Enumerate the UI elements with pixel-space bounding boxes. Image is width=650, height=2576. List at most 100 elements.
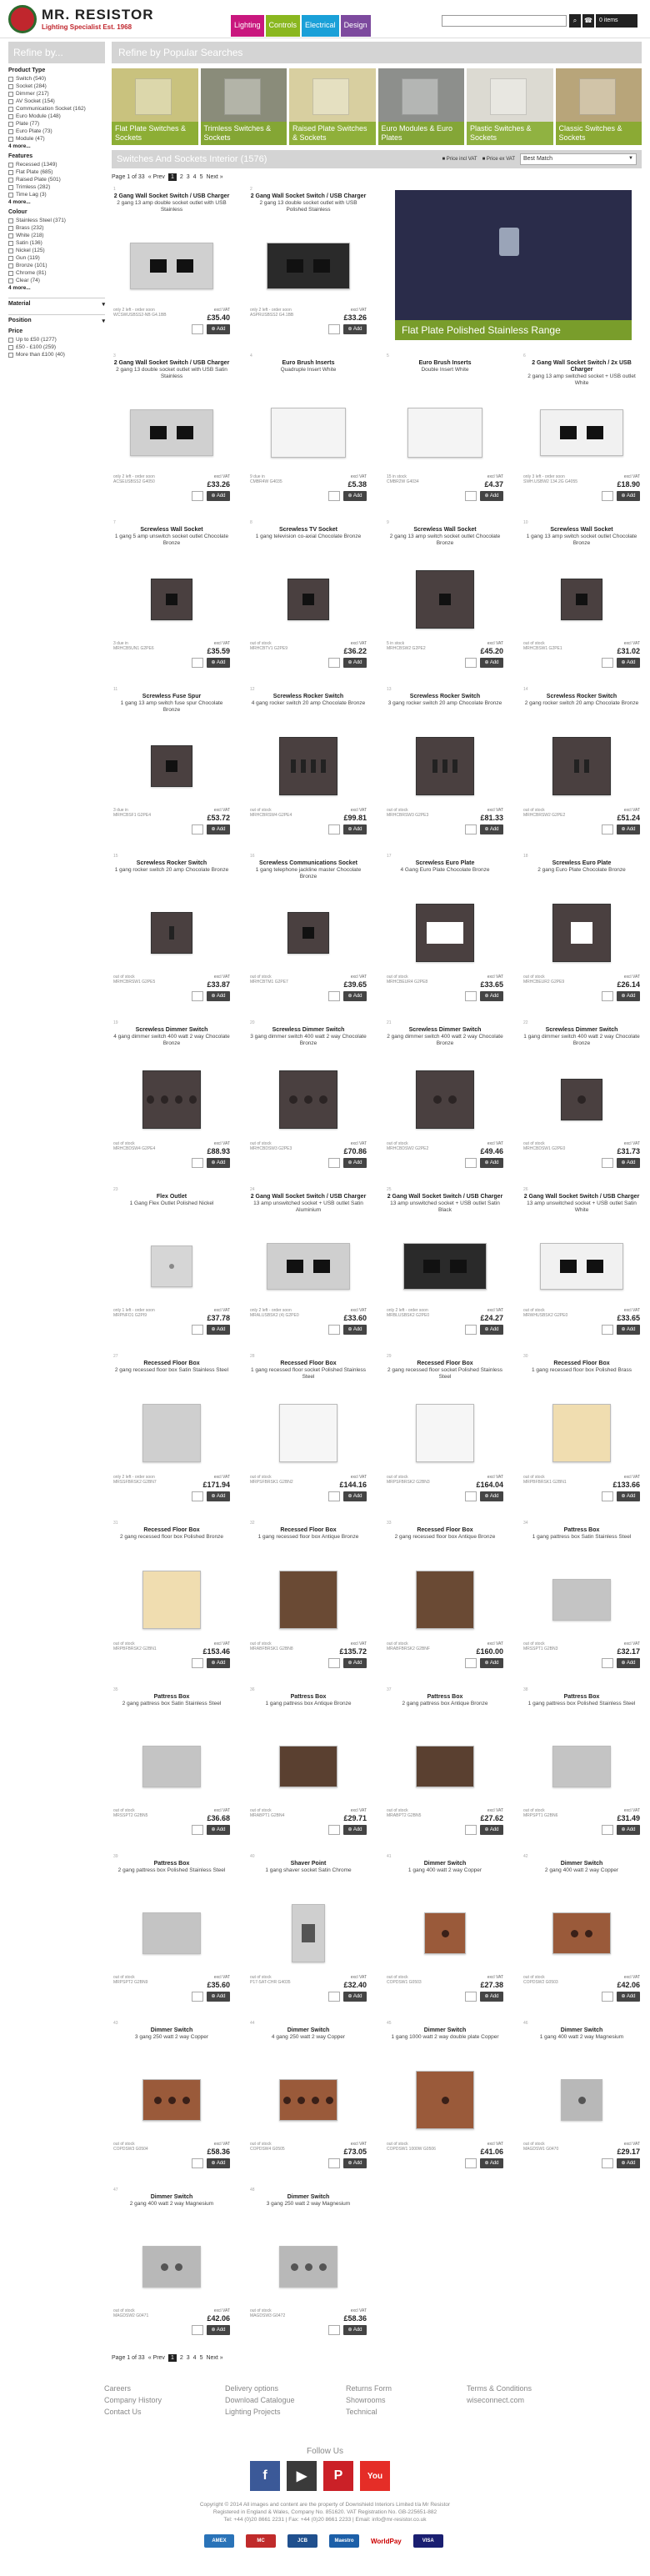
product-title[interactable]: Screwless Dimmer Switch <box>387 1027 503 1034</box>
add-to-basket-button[interactable]: ⊕ Add <box>207 2325 230 2335</box>
checkbox-icon[interactable] <box>8 169 13 175</box>
product-title[interactable]: Recessed Floor Box <box>387 1527 503 1534</box>
add-to-basket-button[interactable]: ⊕ Add <box>207 1325 230 1335</box>
product-title[interactable]: Recessed Floor Box <box>387 1361 503 1367</box>
filter-option[interactable]: Bronze (101) <box>8 262 105 269</box>
nav-tab-lighting[interactable]: Lighting <box>231 15 264 37</box>
popular-search-tile[interactable]: Plastic Switches & Sockets <box>467 68 553 145</box>
add-to-basket-button[interactable]: ⊕ Add <box>343 2325 367 2335</box>
filter-option[interactable]: Brass (232) <box>8 224 105 232</box>
product-title[interactable]: Dimmer Switch <box>250 2027 367 2034</box>
filter-option[interactable]: Communication Socket (162) <box>8 105 105 113</box>
checkbox-icon[interactable] <box>8 192 13 198</box>
filter-option[interactable]: Time Lag (3) <box>8 191 105 198</box>
quantity-input[interactable] <box>328 1825 340 1835</box>
product-image[interactable] <box>120 1401 223 1466</box>
add-to-basket-button[interactable]: ⊕ Add <box>480 1491 503 1501</box>
quantity-input[interactable] <box>465 491 477 501</box>
product-image[interactable] <box>257 734 360 799</box>
facebook-icon[interactable]: f <box>250 2461 280 2491</box>
product-title[interactable]: Screwless Rocker Switch <box>523 694 640 700</box>
footer-link[interactable]: wiseconnect.com <box>467 2396 588 2404</box>
position-filter[interactable]: Position ▾ <box>8 314 105 324</box>
product-image[interactable] <box>257 567 360 632</box>
add-to-basket-button[interactable]: ⊕ Add <box>343 324 367 334</box>
product-title[interactable]: Dimmer Switch <box>523 2027 640 2034</box>
page-link[interactable]: 4 <box>193 174 197 180</box>
add-to-basket-button[interactable]: ⊕ Add <box>343 824 367 834</box>
popular-search-tile[interactable]: Classic Switches & Sockets <box>555 68 642 145</box>
add-to-basket-button[interactable]: ⊕ Add <box>617 2158 640 2168</box>
next-page-link[interactable]: Next » <box>206 174 222 180</box>
product-title[interactable]: Recessed Floor Box <box>250 1527 367 1534</box>
page-link[interactable]: 1 <box>168 173 177 181</box>
add-to-basket-button[interactable]: ⊕ Add <box>343 1825 367 1835</box>
product-title[interactable]: 2 Gang Wall Socket Switch / USB Charger <box>113 360 230 367</box>
filter-option[interactable]: Socket (284) <box>8 83 105 90</box>
page-link[interactable]: 5 <box>200 2355 203 2361</box>
filter-option[interactable]: More than £100 (40) <box>8 351 105 358</box>
product-title[interactable]: Screwless Dimmer Switch <box>250 1027 367 1034</box>
product-image[interactable] <box>120 1734 223 1799</box>
checkbox-icon[interactable] <box>8 352 13 358</box>
vimeo-icon[interactable]: ▶ <box>287 2461 317 2491</box>
filter-option[interactable]: Chrome (81) <box>8 269 105 277</box>
product-image[interactable] <box>120 1567 223 1632</box>
add-to-basket-button[interactable]: ⊕ Add <box>480 991 503 1001</box>
product-image[interactable] <box>393 900 497 965</box>
filter-option[interactable]: Raised Plate (501) <box>8 176 105 183</box>
product-title[interactable]: Recessed Floor Box <box>113 1527 230 1534</box>
product-title[interactable]: 2 Gang Wall Socket Switch / USB Charger <box>387 1194 503 1200</box>
product-image[interactable] <box>530 1734 633 1799</box>
checkbox-icon[interactable] <box>8 136 13 142</box>
product-title[interactable]: Screwless Dimmer Switch <box>523 1027 640 1034</box>
add-to-basket-button[interactable]: ⊕ Add <box>343 1491 367 1501</box>
quantity-input[interactable] <box>465 2158 477 2168</box>
quantity-input[interactable] <box>602 491 613 501</box>
product-image[interactable] <box>530 567 633 632</box>
product-image[interactable] <box>393 1401 497 1466</box>
product-image[interactable] <box>120 1901 223 1966</box>
quantity-input[interactable] <box>465 1158 477 1168</box>
product-image[interactable] <box>530 1067 633 1132</box>
quantity-input[interactable] <box>192 1491 203 1501</box>
product-image[interactable] <box>393 1567 497 1632</box>
popular-search-tile[interactable]: Raised Plate Switches & Sockets <box>289 68 376 145</box>
product-title[interactable]: Dimmer Switch <box>113 2194 230 2201</box>
checkbox-icon[interactable] <box>8 233 13 238</box>
product-title[interactable]: Dimmer Switch <box>250 2194 367 2201</box>
checkbox-icon[interactable] <box>8 177 13 183</box>
filter-option[interactable]: White (218) <box>8 232 105 239</box>
add-to-basket-button[interactable]: ⊕ Add <box>617 824 640 834</box>
add-to-basket-button[interactable]: ⊕ Add <box>617 491 640 501</box>
product-image[interactable] <box>120 400 223 465</box>
filter-option[interactable]: Module (47) <box>8 135 105 143</box>
product-title[interactable]: Dimmer Switch <box>387 1861 503 1867</box>
add-to-basket-button[interactable]: ⊕ Add <box>207 2158 230 2168</box>
checkbox-icon[interactable] <box>8 263 13 268</box>
page-link[interactable]: 2 <box>180 174 183 180</box>
filter-option[interactable]: AV Socket (154) <box>8 98 105 105</box>
product-image[interactable] <box>530 1234 633 1299</box>
quantity-input[interactable] <box>465 658 477 668</box>
more-filters-link[interactable]: 4 more... <box>8 285 105 291</box>
product-image[interactable] <box>120 567 223 632</box>
nav-tab-electrical[interactable]: Electrical <box>302 15 339 37</box>
more-filters-link[interactable]: 4 more... <box>8 143 105 149</box>
product-title[interactable]: Screwless Euro Plate <box>523 860 640 867</box>
add-to-basket-button[interactable]: ⊕ Add <box>343 1325 367 1335</box>
product-image[interactable] <box>393 734 497 799</box>
footer-link[interactable]: Download Catalogue <box>225 2396 346 2404</box>
page-link[interactable]: 3 <box>187 2355 190 2361</box>
add-to-basket-button[interactable]: ⊕ Add <box>480 1992 503 2002</box>
product-title[interactable]: Pattress Box <box>523 1527 640 1534</box>
quantity-input[interactable] <box>328 824 340 834</box>
add-to-basket-button[interactable]: ⊕ Add <box>617 658 640 668</box>
product-title[interactable]: Pattress Box <box>113 1861 230 1867</box>
filter-option[interactable]: Recessed (1349) <box>8 161 105 168</box>
checkbox-icon[interactable] <box>8 337 13 343</box>
quantity-input[interactable] <box>602 1992 613 2002</box>
filter-option[interactable]: £50 - £100 (259) <box>8 343 105 351</box>
checkbox-icon[interactable] <box>8 83 13 89</box>
quantity-input[interactable] <box>192 1158 203 1168</box>
